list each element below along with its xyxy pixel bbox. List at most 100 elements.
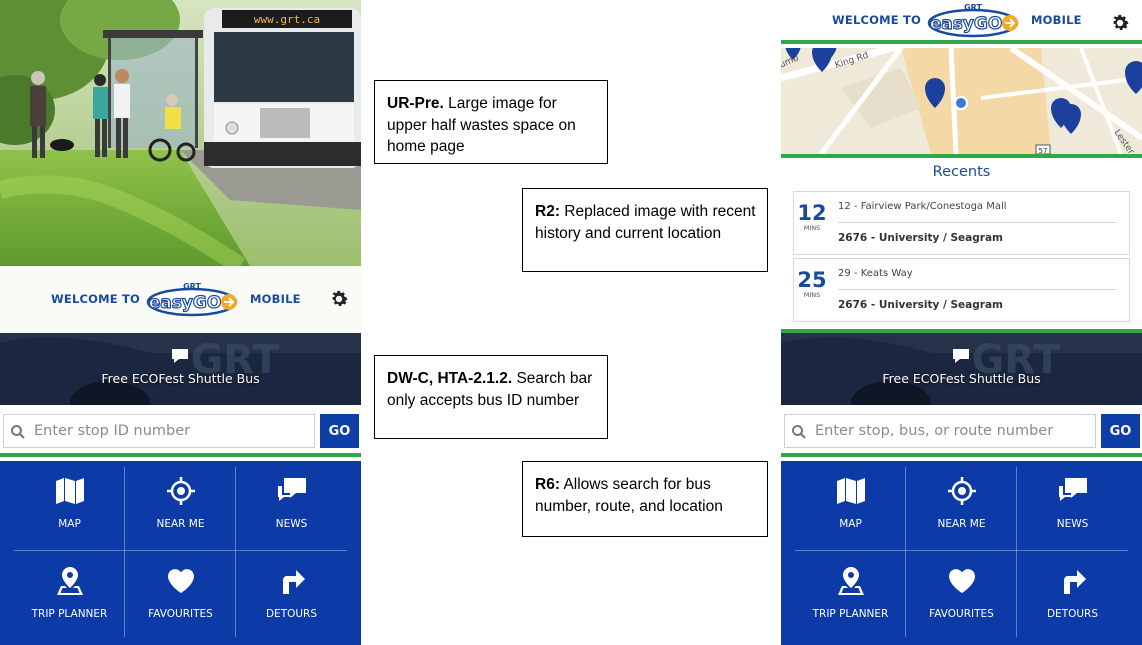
logo-text: easyGO — [149, 293, 222, 313]
bus-destination-sign: www.grt.ca — [254, 13, 320, 26]
heart-icon — [949, 569, 975, 593]
arrival-time: 12 MINS — [796, 202, 828, 232]
map-icon — [56, 478, 84, 504]
logo-grt: GRT — [183, 282, 201, 291]
menu-label: DETOURS — [265, 608, 318, 620]
easygo-logo: easyGO GRT — [146, 282, 238, 317]
recent-route: 29 - Keats Way — [838, 268, 913, 279]
menu-label: MAP — [58, 518, 81, 530]
menu-label: MAP — [839, 518, 862, 530]
annotation-tag: DW-C, HTA-2.1.2. — [387, 370, 513, 387]
arrival-time: 25 MINS — [796, 269, 828, 299]
annotation-ur-pre: UR-Pre. Large image for upper half waste… — [374, 80, 608, 164]
menu-item-favourites[interactable]: FAVOURITES — [125, 551, 236, 640]
recents-heading: Recents — [932, 164, 991, 180]
menu-label: NEAR ME — [937, 518, 986, 530]
map-pin-icon — [838, 567, 864, 595]
menu-item-trip-planner[interactable]: TRIP PLANNER — [795, 551, 906, 640]
search-bar: GO — [0, 405, 361, 457]
stop-bus-route-search-input[interactable] — [815, 416, 1091, 446]
map-route-shield: 57 — [1039, 147, 1048, 154]
annotation-dw-c: DW-C, HTA-2.1.2. Search bar only accepts… — [374, 355, 608, 439]
logo-text: easyGO — [930, 14, 1003, 34]
hero-photo: www.grt.ca — [0, 0, 361, 266]
map-divider — [781, 154, 1142, 158]
annotation-tag: UR-Pre. — [387, 95, 444, 112]
menu-label: FAVOURITES — [148, 608, 213, 620]
annotation-text: Allows search for bus number, route, and… — [535, 476, 723, 515]
recent-route: 12 - Fairview Park/Conestoga Mall — [838, 201, 1007, 212]
go-button[interactable]: GO — [1101, 414, 1140, 448]
recent-stop: 2676 - University / Seagram — [838, 232, 1003, 244]
search-icon — [792, 425, 806, 439]
recent-stop: 2676 - University / Seagram — [838, 299, 1003, 311]
annotation-tag: R6: — [535, 476, 560, 493]
menu-item-detours[interactable]: DETOURS — [1017, 551, 1128, 640]
chat-icon — [953, 349, 969, 363]
gear-icon[interactable] — [328, 288, 350, 310]
search-icon — [11, 425, 25, 439]
gear-icon[interactable] — [1109, 12, 1131, 34]
menu-item-near-me[interactable]: NEAR ME — [906, 461, 1017, 550]
recent-trip-card[interactable]: 25 MINS 29 - Keats Way 2676 - University… — [793, 258, 1130, 322]
promo-banner[interactable]: GRT Free ECOFest Shuttle Bus — [781, 333, 1142, 405]
card-divider — [838, 222, 1117, 223]
menu-item-map[interactable]: MAP — [14, 461, 125, 550]
stop-id-search-input[interactable] — [34, 416, 310, 446]
menu-item-news[interactable]: NEWS — [236, 461, 347, 550]
menu-label: FAVOURITES — [929, 608, 994, 620]
chat-bubbles-icon — [278, 478, 306, 501]
arrival-unit: MINS — [803, 224, 821, 232]
welcome-prefix: WELCOME TO — [832, 13, 922, 27]
annotation-r2: R2: Replaced image with recent history a… — [522, 188, 768, 272]
menu-label: NEWS — [1056, 518, 1089, 530]
annotation-r6: R6: Allows search for bus number, route,… — [522, 461, 768, 537]
arrival-unit: MINS — [803, 291, 821, 299]
arrival-minutes: 12 — [797, 201, 827, 225]
welcome-suffix: MOBILE — [1031, 13, 1082, 27]
menu-item-detours[interactable]: DETOURS — [236, 551, 347, 640]
annotation-text: Replaced image with recent history and c… — [535, 203, 756, 242]
banner-text: Free ECOFest Shuttle Bus — [882, 371, 1041, 386]
menu-item-map[interactable]: MAP — [795, 461, 906, 550]
card-divider — [838, 289, 1117, 290]
crosshair-icon — [948, 477, 976, 505]
welcome-bar: WELCOME TO easyGO GRT MOBILE — [0, 266, 361, 332]
chat-bubbles-icon — [1059, 478, 1087, 501]
menu-label: DETOURS — [1046, 608, 1099, 620]
menu-label: NEWS — [275, 518, 308, 530]
recent-trip-card[interactable]: 12 MINS 12 - Fairview Park/Conestoga Mal… — [793, 191, 1130, 255]
easygo-logo: easyGO GRT — [927, 3, 1019, 38]
location-map[interactable]: King Rd umb Lester 57 — [781, 48, 1142, 154]
map-icon — [837, 478, 865, 504]
menu-item-news[interactable]: NEWS — [1017, 461, 1128, 550]
menu-item-trip-planner[interactable]: TRIP PLANNER — [14, 551, 125, 640]
search-box — [784, 414, 1096, 448]
menu-grid: MAP NEAR ME NEWS TRIP PLANNER FAVOURITES… — [781, 461, 1142, 645]
menu-label: NEAR ME — [156, 518, 205, 530]
arrival-minutes: 25 — [797, 268, 827, 292]
promo-banner[interactable]: GRT Free ECOFest Shuttle Bus — [0, 333, 361, 405]
crosshair-icon — [167, 477, 195, 505]
banner-text: Free ECOFest Shuttle Bus — [101, 371, 260, 386]
welcome-prefix: WELCOME TO — [51, 292, 141, 306]
menu-label: TRIP PLANNER — [31, 608, 108, 620]
logo-grt: GRT — [964, 3, 982, 12]
comparison-figure: www.grt.ca WELCOME TO easyGO GRT MOBILE … — [0, 0, 1142, 645]
go-button[interactable]: GO — [320, 414, 359, 448]
chat-icon — [172, 349, 188, 363]
map-pin-icon — [57, 567, 83, 595]
search-bar: GO — [781, 405, 1142, 457]
menu-grid: MAP NEAR ME NEWS TRIP PLANNER FAVOURITES… — [0, 461, 361, 645]
search-box — [3, 414, 315, 448]
phone-after: WELCOME TO easyGO GRT MOBILE King Rd umb… — [781, 0, 1142, 645]
annotation-tag: R2: — [535, 203, 560, 220]
menu-item-favourites[interactable]: FAVOURITES — [906, 551, 1017, 640]
heart-icon — [168, 569, 194, 593]
menu-item-near-me[interactable]: NEAR ME — [125, 461, 236, 550]
menu-label: TRIP PLANNER — [812, 608, 889, 620]
turn-right-icon — [1064, 570, 1086, 594]
turn-right-icon — [283, 570, 305, 594]
phone-before: www.grt.ca WELCOME TO easyGO GRT MOBILE … — [0, 0, 361, 645]
welcome-bar: WELCOME TO easyGO GRT MOBILE — [781, 0, 1142, 44]
